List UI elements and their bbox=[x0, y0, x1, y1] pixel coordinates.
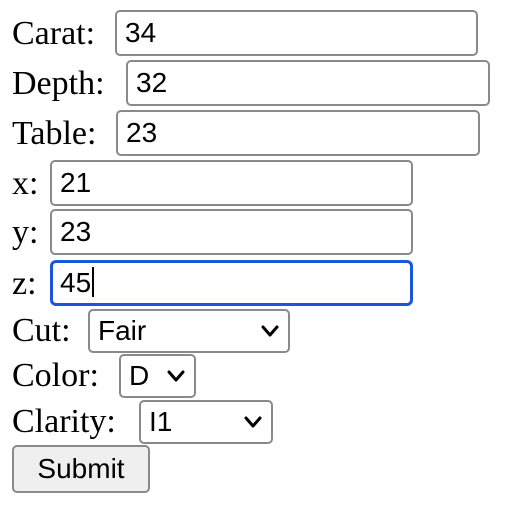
y-input[interactable]: 23 bbox=[50, 209, 413, 255]
depth-row: Depth: bbox=[12, 61, 105, 107]
depth-label: Depth: bbox=[12, 65, 105, 102]
z-input[interactable]: 45 bbox=[50, 260, 413, 306]
submit-button[interactable]: Submit bbox=[12, 445, 150, 493]
cut-row: Cut: bbox=[12, 308, 71, 354]
x-label: x: bbox=[12, 165, 39, 202]
z-row: z: bbox=[12, 261, 37, 307]
table-input[interactable]: 23 bbox=[116, 110, 480, 156]
chevron-down-icon bbox=[244, 416, 262, 428]
x-row: x: bbox=[12, 161, 38, 207]
z-label: z: bbox=[12, 265, 37, 302]
y-label: y: bbox=[12, 214, 39, 251]
chevron-down-icon bbox=[261, 325, 279, 337]
chevron-down-icon bbox=[167, 370, 185, 382]
clarity-label: Clarity: bbox=[12, 403, 116, 440]
table-label: Table: bbox=[12, 115, 97, 152]
y-row: y: bbox=[12, 210, 38, 256]
clarity-select[interactable]: I1 bbox=[139, 400, 273, 444]
y-value: 23 bbox=[60, 216, 92, 247]
carat-row: Carat: bbox=[12, 11, 95, 57]
color-label: Color: bbox=[12, 357, 99, 394]
z-value: 45 bbox=[60, 267, 92, 298]
depth-value: 32 bbox=[136, 67, 168, 98]
color-row: Color: bbox=[12, 353, 99, 399]
cut-label: Cut: bbox=[12, 312, 71, 349]
carat-input[interactable]: 34 bbox=[115, 10, 478, 56]
cut-select[interactable]: Fair bbox=[88, 309, 290, 353]
carat-value: 34 bbox=[125, 17, 157, 48]
table-value: 23 bbox=[126, 117, 158, 148]
color-select[interactable]: D bbox=[119, 354, 196, 398]
clarity-row: Clarity: bbox=[12, 399, 116, 445]
carat-label: Carat: bbox=[12, 15, 96, 52]
cut-selected-value: Fair bbox=[98, 315, 147, 346]
clarity-selected-value: I1 bbox=[149, 406, 173, 437]
color-selected-value: D bbox=[129, 360, 150, 391]
x-value: 21 bbox=[60, 167, 92, 198]
table-row: Table: bbox=[12, 111, 96, 157]
x-input[interactable]: 21 bbox=[50, 160, 413, 206]
depth-input[interactable]: 32 bbox=[126, 60, 490, 106]
text-caret bbox=[92, 267, 95, 297]
